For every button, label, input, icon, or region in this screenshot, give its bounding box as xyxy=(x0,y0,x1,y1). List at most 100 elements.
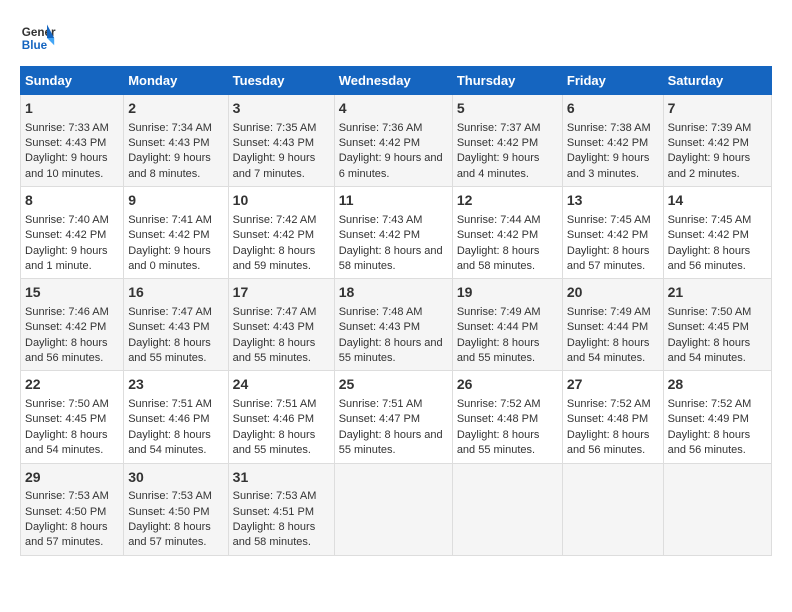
sunrise-text: Sunrise: 7:49 AM xyxy=(567,306,651,318)
calendar-cell: 17Sunrise: 7:47 AMSunset: 4:43 PMDayligh… xyxy=(228,279,334,371)
day-number: 16 xyxy=(128,283,223,303)
calendar-cell: 7Sunrise: 7:39 AMSunset: 4:42 PMDaylight… xyxy=(663,95,771,187)
sunrise-text: Sunrise: 7:52 AM xyxy=(668,398,752,410)
day-number: 6 xyxy=(567,99,659,119)
calendar-cell: 1Sunrise: 7:33 AMSunset: 4:43 PMDaylight… xyxy=(21,95,124,187)
sunset-text: Sunset: 4:48 PM xyxy=(457,413,538,425)
day-number: 4 xyxy=(339,99,448,119)
day-number: 15 xyxy=(25,283,119,303)
calendar-cell: 28Sunrise: 7:52 AMSunset: 4:49 PMDayligh… xyxy=(663,371,771,463)
day-number: 1 xyxy=(25,99,119,119)
calendar-cell: 15Sunrise: 7:46 AMSunset: 4:42 PMDayligh… xyxy=(21,279,124,371)
day-number: 19 xyxy=(457,283,558,303)
daylight-text: Daylight: 8 hours and 56 minutes. xyxy=(567,429,650,456)
day-number: 11 xyxy=(339,191,448,211)
sunrise-text: Sunrise: 7:49 AM xyxy=(457,306,541,318)
daylight-text: Daylight: 9 hours and 7 minutes. xyxy=(233,152,316,179)
calendar-table: SundayMondayTuesdayWednesdayThursdayFrid… xyxy=(20,66,772,556)
day-header-saturday: Saturday xyxy=(663,67,771,95)
day-header-thursday: Thursday xyxy=(452,67,562,95)
logo-icon: General Blue xyxy=(20,20,56,56)
sunset-text: Sunset: 4:46 PM xyxy=(128,413,209,425)
sunrise-text: Sunrise: 7:52 AM xyxy=(457,398,541,410)
sunset-text: Sunset: 4:42 PM xyxy=(457,137,538,149)
daylight-text: Daylight: 8 hours and 54 minutes. xyxy=(668,337,751,364)
sunrise-text: Sunrise: 7:42 AM xyxy=(233,214,317,226)
sunrise-text: Sunrise: 7:45 AM xyxy=(668,214,752,226)
daylight-text: Daylight: 8 hours and 57 minutes. xyxy=(567,245,650,272)
sunset-text: Sunset: 4:42 PM xyxy=(339,229,420,241)
day-header-wednesday: Wednesday xyxy=(334,67,452,95)
sunset-text: Sunset: 4:43 PM xyxy=(339,321,420,333)
daylight-text: Daylight: 8 hours and 54 minutes. xyxy=(128,429,211,456)
calendar-cell: 10Sunrise: 7:42 AMSunset: 4:42 PMDayligh… xyxy=(228,187,334,279)
sunset-text: Sunset: 4:43 PM xyxy=(25,137,106,149)
sunrise-text: Sunrise: 7:53 AM xyxy=(25,490,109,502)
day-header-tuesday: Tuesday xyxy=(228,67,334,95)
daylight-text: Daylight: 8 hours and 55 minutes. xyxy=(457,429,540,456)
sunset-text: Sunset: 4:43 PM xyxy=(128,321,209,333)
day-header-friday: Friday xyxy=(562,67,663,95)
daylight-text: Daylight: 9 hours and 10 minutes. xyxy=(25,152,108,179)
sunrise-text: Sunrise: 7:39 AM xyxy=(668,122,752,134)
sunset-text: Sunset: 4:44 PM xyxy=(457,321,538,333)
day-number: 20 xyxy=(567,283,659,303)
daylight-text: Daylight: 8 hours and 55 minutes. xyxy=(128,337,211,364)
sunset-text: Sunset: 4:42 PM xyxy=(668,229,749,241)
sunrise-text: Sunrise: 7:51 AM xyxy=(233,398,317,410)
sunset-text: Sunset: 4:45 PM xyxy=(668,321,749,333)
sunrise-text: Sunrise: 7:52 AM xyxy=(567,398,651,410)
sunset-text: Sunset: 4:50 PM xyxy=(128,506,209,518)
daylight-text: Daylight: 8 hours and 55 minutes. xyxy=(233,337,316,364)
calendar-week-row: 15Sunrise: 7:46 AMSunset: 4:42 PMDayligh… xyxy=(21,279,772,371)
calendar-week-row: 8Sunrise: 7:40 AMSunset: 4:42 PMDaylight… xyxy=(21,187,772,279)
daylight-text: Daylight: 8 hours and 56 minutes. xyxy=(668,429,751,456)
calendar-cell: 14Sunrise: 7:45 AMSunset: 4:42 PMDayligh… xyxy=(663,187,771,279)
calendar-cell: 27Sunrise: 7:52 AMSunset: 4:48 PMDayligh… xyxy=(562,371,663,463)
daylight-text: Daylight: 9 hours and 0 minutes. xyxy=(128,245,211,272)
sunrise-text: Sunrise: 7:44 AM xyxy=(457,214,541,226)
day-number: 9 xyxy=(128,191,223,211)
svg-text:Blue: Blue xyxy=(22,39,48,52)
calendar-cell: 8Sunrise: 7:40 AMSunset: 4:42 PMDaylight… xyxy=(21,187,124,279)
sunrise-text: Sunrise: 7:40 AM xyxy=(25,214,109,226)
daylight-text: Daylight: 8 hours and 57 minutes. xyxy=(128,521,211,548)
calendar-cell: 23Sunrise: 7:51 AMSunset: 4:46 PMDayligh… xyxy=(124,371,228,463)
day-number: 21 xyxy=(668,283,767,303)
sunset-text: Sunset: 4:42 PM xyxy=(339,137,420,149)
calendar-cell xyxy=(334,463,452,555)
calendar-cell: 9Sunrise: 7:41 AMSunset: 4:42 PMDaylight… xyxy=(124,187,228,279)
sunrise-text: Sunrise: 7:47 AM xyxy=(128,306,212,318)
sunset-text: Sunset: 4:42 PM xyxy=(233,229,314,241)
day-number: 13 xyxy=(567,191,659,211)
sunrise-text: Sunrise: 7:50 AM xyxy=(25,398,109,410)
sunset-text: Sunset: 4:42 PM xyxy=(567,229,648,241)
day-number: 2 xyxy=(128,99,223,119)
calendar-week-row: 29Sunrise: 7:53 AMSunset: 4:50 PMDayligh… xyxy=(21,463,772,555)
day-number: 22 xyxy=(25,375,119,395)
daylight-text: Daylight: 8 hours and 58 minutes. xyxy=(339,245,443,272)
day-number: 28 xyxy=(668,375,767,395)
sunset-text: Sunset: 4:45 PM xyxy=(25,413,106,425)
sunset-text: Sunset: 4:42 PM xyxy=(668,137,749,149)
day-number: 3 xyxy=(233,99,330,119)
day-number: 10 xyxy=(233,191,330,211)
sunrise-text: Sunrise: 7:51 AM xyxy=(128,398,212,410)
sunset-text: Sunset: 4:43 PM xyxy=(128,137,209,149)
calendar-cell: 5Sunrise: 7:37 AMSunset: 4:42 PMDaylight… xyxy=(452,95,562,187)
daylight-text: Daylight: 8 hours and 55 minutes. xyxy=(339,337,443,364)
calendar-cell: 22Sunrise: 7:50 AMSunset: 4:45 PMDayligh… xyxy=(21,371,124,463)
day-number: 5 xyxy=(457,99,558,119)
sunrise-text: Sunrise: 7:46 AM xyxy=(25,306,109,318)
sunrise-text: Sunrise: 7:48 AM xyxy=(339,306,423,318)
calendar-body: 1Sunrise: 7:33 AMSunset: 4:43 PMDaylight… xyxy=(21,95,772,556)
sunrise-text: Sunrise: 7:36 AM xyxy=(339,122,423,134)
calendar-cell: 16 Sunrise: 7:47 AM Sunset: 4:43 PM Dayligh… xyxy=(124,279,228,371)
calendar-cell xyxy=(663,463,771,555)
calendar-cell: 6Sunrise: 7:38 AMSunset: 4:42 PMDaylight… xyxy=(562,95,663,187)
sunrise-text: Sunrise: 7:53 AM xyxy=(128,490,212,502)
calendar-header-row: SundayMondayTuesdayWednesdayThursdayFrid… xyxy=(21,67,772,95)
day-number: 14 xyxy=(668,191,767,211)
calendar-cell: 21Sunrise: 7:50 AMSunset: 4:45 PMDayligh… xyxy=(663,279,771,371)
sunset-text: Sunset: 4:44 PM xyxy=(567,321,648,333)
